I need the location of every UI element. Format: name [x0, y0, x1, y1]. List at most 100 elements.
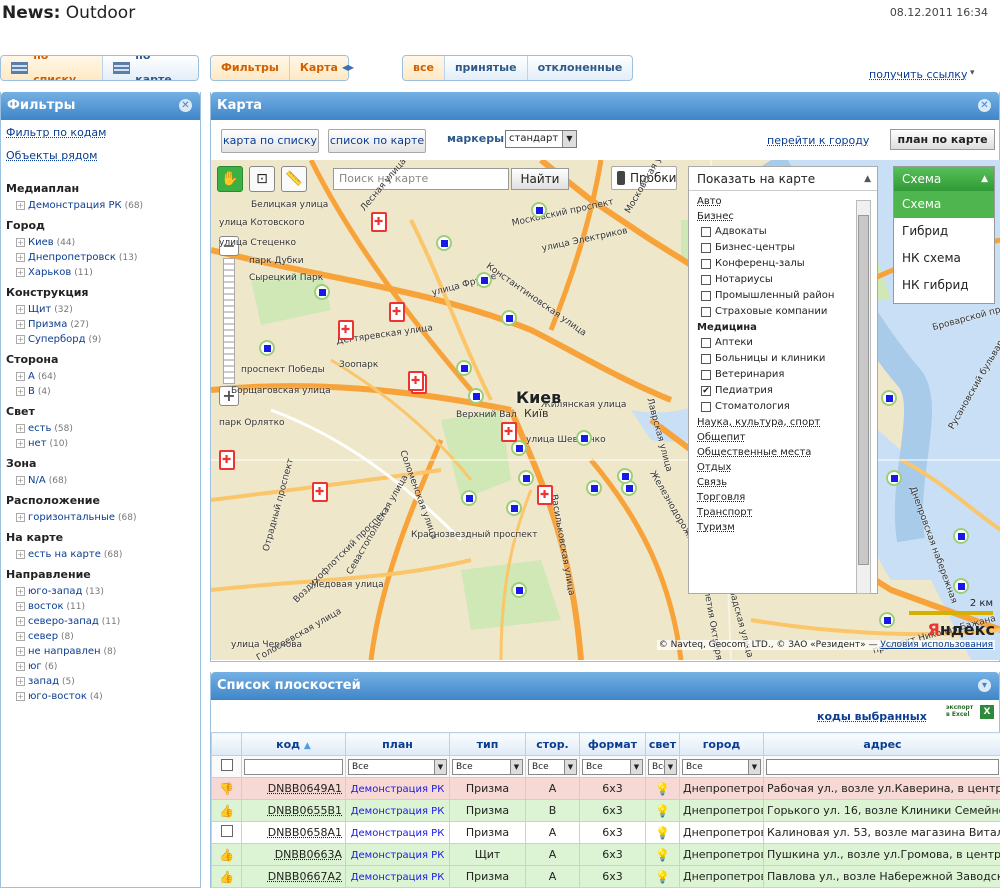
filter-item-label[interactable]: нет — [28, 438, 47, 449]
nearby-objects-link[interactable]: Объекты рядом — [6, 149, 195, 162]
poi-checkbox-row[interactable]: Больницы и клиники — [697, 353, 857, 364]
code-link[interactable]: DNBB0663A — [275, 848, 342, 861]
billboard-marker-icon[interactable] — [518, 470, 534, 486]
pediatrics-poi-icon[interactable] — [537, 485, 553, 505]
expand-plus-icon[interactable]: + — [16, 476, 25, 485]
billboard-marker-icon[interactable] — [576, 430, 592, 446]
plan-link[interactable]: Демонстрация РК — [351, 784, 445, 795]
plan-link[interactable]: Демонстрация РК — [351, 828, 445, 839]
expand-plus-icon[interactable]: + — [16, 320, 25, 329]
col-code[interactable]: код ▲ — [241, 732, 346, 756]
map-tab[interactable]: Карта — [289, 56, 348, 80]
map-by-list-button[interactable]: карта по списку — [221, 129, 319, 153]
goto-city-link[interactable]: перейти к городу — [767, 134, 869, 147]
table-row[interactable]: 👍 DNBB0667A2 Демонстрация РК Призма A 6x3 💡 Дне… — [211, 865, 1000, 888]
billboard-marker-icon[interactable] — [953, 528, 969, 544]
filter-item-label[interactable]: B — [28, 386, 35, 397]
filter-item[interactable]: + нет (10) — [16, 438, 195, 449]
poi-checkbox-row[interactable]: Ветеринария — [697, 369, 857, 380]
code-link[interactable]: DNBB0667A2 — [268, 870, 342, 883]
table-row[interactable]: DNBB0658A1 Демонстрация РК Призма A 6x3 💡 Днеп… — [211, 821, 1000, 844]
col-side[interactable]: стор. — [525, 732, 580, 756]
filter-item-label[interactable]: Суперборд — [28, 334, 86, 345]
col-city[interactable]: город — [679, 732, 764, 756]
poi-category-heading[interactable]: Медицина — [697, 322, 857, 333]
expand-plus-icon[interactable]: + — [16, 632, 25, 641]
checkbox[interactable] — [701, 353, 711, 364]
billboard-marker-icon[interactable] — [456, 360, 472, 376]
show-on-map-header[interactable]: Показать на карте ▲ — [689, 167, 877, 191]
filter-item-label[interactable]: восток — [28, 601, 64, 612]
filter-item[interactable]: + Днепропетровск (13) — [16, 252, 195, 263]
poi-category-link[interactable]: Общепит — [697, 432, 857, 443]
list-by-map-button[interactable]: список по карте — [328, 129, 426, 153]
poi-category-link[interactable]: Общественные места — [697, 447, 857, 458]
plan-filter-select[interactable]: Все ▼ — [348, 758, 447, 775]
thumbs-up-icon[interactable]: 👍 — [219, 804, 234, 818]
poi-checkbox-row[interactable]: ✔ Педиатрия — [697, 385, 857, 396]
light-filter-select[interactable]: Все ▼ — [648, 758, 677, 775]
checkbox[interactable] — [701, 290, 711, 301]
billboard-marker-icon[interactable] — [436, 235, 452, 251]
filter-item[interactable]: + Киев (44) — [16, 237, 195, 248]
filter-item-label[interactable]: Киев — [28, 237, 54, 248]
layer-switcher-header[interactable]: Схема ▲ — [894, 167, 994, 191]
checkbox[interactable] — [701, 242, 711, 253]
status-accepted-button[interactable]: принятые — [445, 56, 528, 80]
expand-plus-icon[interactable]: + — [16, 677, 25, 686]
thumbs-down-icon[interactable]: 👎 — [219, 782, 234, 796]
code-link[interactable]: DNBB0658A1 — [268, 826, 342, 839]
plan-by-map-button[interactable]: план по карте — [890, 129, 995, 150]
terms-link[interactable]: Условия использования — [880, 640, 993, 650]
export-excel-button[interactable]: экспорт в Excel X — [946, 704, 994, 719]
billboard-marker-icon[interactable] — [314, 284, 330, 300]
view-list-button[interactable]: по списку — [1, 56, 104, 80]
checkbox[interactable] — [701, 401, 711, 412]
status-all-button[interactable]: все — [403, 56, 445, 80]
pediatrics-poi-icon[interactable] — [338, 320, 354, 340]
filter-item[interactable]: + юг (6) — [16, 661, 195, 672]
expand-plus-icon[interactable]: + — [16, 335, 25, 344]
filter-item[interactable]: + юго-восток (4) — [16, 691, 195, 702]
filter-item[interactable]: + север (8) — [16, 631, 195, 642]
type-filter-select[interactable]: Все ▼ — [452, 758, 523, 775]
billboard-marker-icon[interactable] — [468, 388, 484, 404]
expand-plus-icon[interactable]: + — [16, 439, 25, 448]
chevron-down-icon[interactable]: ▾ — [978, 679, 991, 692]
pediatrics-poi-icon[interactable] — [312, 482, 328, 502]
zoom-box-tool-icon[interactable]: ⊡ — [249, 166, 275, 192]
filter-item[interactable]: + B (4) — [16, 386, 195, 397]
find-button[interactable]: Найти — [511, 168, 569, 190]
layer-option-scheme[interactable]: Схема — [894, 191, 994, 218]
filter-item-label[interactable]: север — [28, 631, 58, 642]
col-light[interactable]: свет — [645, 732, 680, 756]
poi-checkbox-row[interactable]: Адвокаты — [697, 226, 857, 237]
zoom-slider[interactable] — [223, 258, 235, 384]
filter-item-label[interactable]: есть на карте — [28, 549, 101, 560]
expand-plus-icon[interactable]: + — [16, 647, 25, 656]
plan-link[interactable]: Демонстрация РК — [351, 872, 445, 883]
checkbox[interactable] — [701, 337, 711, 348]
filter-item-label[interactable]: запад — [28, 676, 59, 687]
poi-checkbox-row[interactable]: Конференц-залы — [697, 258, 857, 269]
filters-tab[interactable]: Фильтры — [211, 56, 290, 80]
get-link[interactable]: получить ссылку — [869, 68, 967, 81]
thumbs-up-icon[interactable]: 👍 — [219, 848, 234, 862]
expand-plus-icon[interactable]: + — [16, 372, 25, 381]
thumbs-up-icon[interactable]: 👍 — [219, 870, 234, 884]
billboard-marker-icon[interactable] — [586, 480, 602, 496]
format-filter-select[interactable]: Все ▼ — [582, 758, 643, 775]
map-canvas[interactable]: ✋ ⊡ 📏 Поиск на карте Найти Пробки − + Бе… — [211, 160, 1000, 660]
ruler-tool-icon[interactable]: 📏 — [281, 166, 307, 192]
poi-category-link[interactable]: Авто — [697, 196, 857, 207]
selected-codes-link[interactable]: коды выбранных — [817, 710, 927, 723]
filter-item[interactable]: + Призма (27) — [16, 319, 195, 330]
pediatrics-poi-icon[interactable] — [389, 302, 405, 322]
filter-item[interactable]: + Харьков (11) — [16, 267, 195, 278]
expand-plus-icon[interactable]: + — [16, 513, 25, 522]
filter-item-label[interactable]: Харьков — [28, 267, 71, 278]
pediatrics-poi-icon[interactable] — [408, 371, 424, 391]
filter-item[interactable]: + есть (58) — [16, 423, 195, 434]
billboard-marker-icon[interactable] — [259, 340, 275, 356]
filter-item[interactable]: + Демонстрация РК (68) — [16, 200, 195, 211]
